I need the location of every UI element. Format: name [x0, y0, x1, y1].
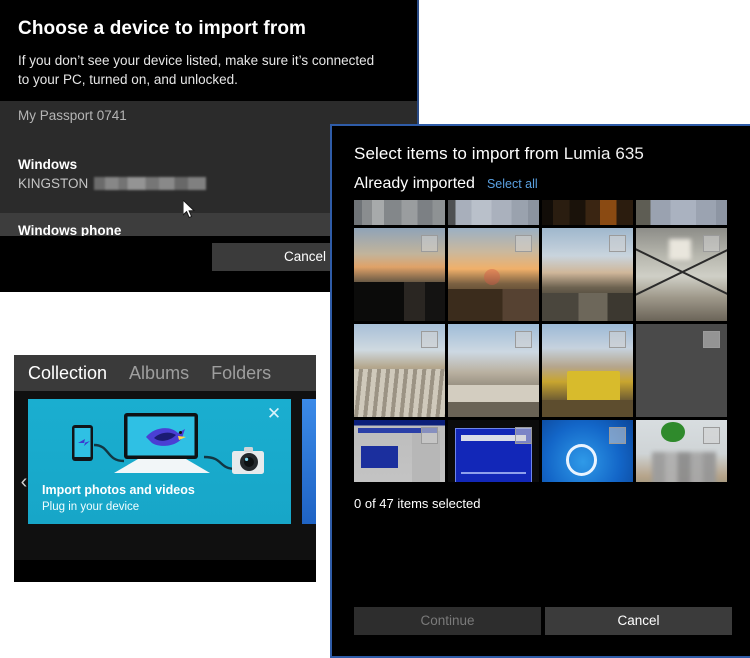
photos-tab-bar: Collection Albums Folders — [14, 355, 316, 391]
thumbnail-checkbox[interactable] — [703, 331, 720, 348]
select-items-device-name: Lumia 635 — [563, 144, 644, 163]
thumbnail-checkbox[interactable] — [515, 331, 532, 348]
selection-status-text: 0 of 47 items selected — [354, 496, 481, 511]
thumbnail-item[interactable] — [542, 420, 633, 482]
select-items-title-prefix: Select items to import from — [354, 144, 559, 163]
import-card-subtitle: Plug in your device — [42, 501, 140, 513]
carousel-next-card[interactable] — [302, 399, 316, 524]
select-items-cancel-button[interactable]: Cancel — [545, 607, 732, 635]
tab-collection[interactable]: Collection — [28, 355, 107, 391]
select-items-dialog: Select items to import from Lumia 635 Al… — [330, 124, 750, 658]
thumbnail-partial[interactable] — [636, 200, 727, 225]
choose-device-subtitle: If you don’t see your device listed, mak… — [18, 53, 375, 87]
thumbnail-checkbox[interactable] — [609, 331, 626, 348]
thumbnail-grid-scroll[interactable] — [354, 200, 730, 482]
thumbnail-checkbox[interactable] — [703, 235, 720, 252]
thumbnail-checkbox[interactable] — [515, 235, 532, 252]
thumbnail-checkbox[interactable] — [421, 331, 438, 348]
background-white-gap — [0, 292, 330, 357]
thumbnail-checkbox[interactable] — [703, 427, 720, 444]
thumbnail-checkbox[interactable] — [421, 427, 438, 444]
photos-app-window: Collection Albums Folders ‹ ✕ Import pho… — [14, 355, 316, 582]
select-items-header: Select items to import from Lumia 635 Al… — [332, 126, 750, 195]
device-model: KINGSTON — [18, 176, 89, 191]
thumbnail-item[interactable] — [448, 324, 539, 417]
continue-button[interactable]: Continue — [354, 607, 541, 635]
thumbnail-partial[interactable] — [354, 200, 445, 225]
device-model: My Passport 0741 — [18, 108, 127, 123]
thumbnail-checkbox[interactable] — [609, 235, 626, 252]
select-items-title: Select items to import from Lumia 635 — [354, 142, 730, 166]
thumbnail-checkbox[interactable] — [421, 235, 438, 252]
background-white-window — [417, 0, 750, 131]
import-illustration — [72, 413, 264, 474]
thumbnail-item[interactable] — [448, 420, 539, 482]
page-title: Choose a device to import from — [18, 18, 307, 39]
redacted-serial-blur — [94, 177, 207, 190]
select-items-group-row: Already imported Select all — [354, 173, 730, 195]
photos-content-area: ‹ ✕ Import photos and videos Plug in you… — [14, 391, 316, 582]
thumbnail-checkbox[interactable] — [515, 427, 532, 444]
thumbnail-item[interactable] — [354, 420, 445, 482]
thumbnail-checkbox[interactable] — [609, 427, 626, 444]
thumbnail-item[interactable] — [636, 420, 727, 482]
tab-folders[interactable]: Folders — [211, 355, 271, 391]
import-card-text: Import photos and videos Plug in your de… — [42, 482, 195, 515]
thumbnail-partial[interactable] — [448, 200, 539, 225]
photos-bottom-bar — [14, 560, 316, 582]
thumbnail-item[interactable] — [542, 324, 633, 417]
import-promo-card[interactable]: ✕ Import photos and videos Plug in your … — [28, 399, 291, 524]
choose-device-header: Choose a device to import from If you do… — [0, 0, 417, 93]
thumbnail-item[interactable] — [448, 228, 539, 321]
thumbnail-item[interactable] — [542, 228, 633, 321]
tab-albums[interactable]: Albums — [129, 355, 189, 391]
import-card-title: Import photos and videos — [42, 483, 195, 497]
group-label: Already imported — [354, 175, 475, 192]
desktop-background: Choose a device to import from If you do… — [0, 0, 750, 658]
thumbnail-grid — [354, 200, 730, 482]
redacted-region — [652, 451, 717, 482]
thumbnail-item[interactable] — [354, 228, 445, 321]
select-all-link[interactable]: Select all — [487, 175, 538, 193]
thumbnail-item[interactable] — [636, 228, 727, 321]
thumbnail-partial[interactable] — [542, 200, 633, 225]
thumbnail-item[interactable] — [636, 324, 727, 417]
thumbnail-item[interactable] — [354, 324, 445, 417]
select-items-footer-buttons: Continue Cancel — [354, 607, 732, 635]
